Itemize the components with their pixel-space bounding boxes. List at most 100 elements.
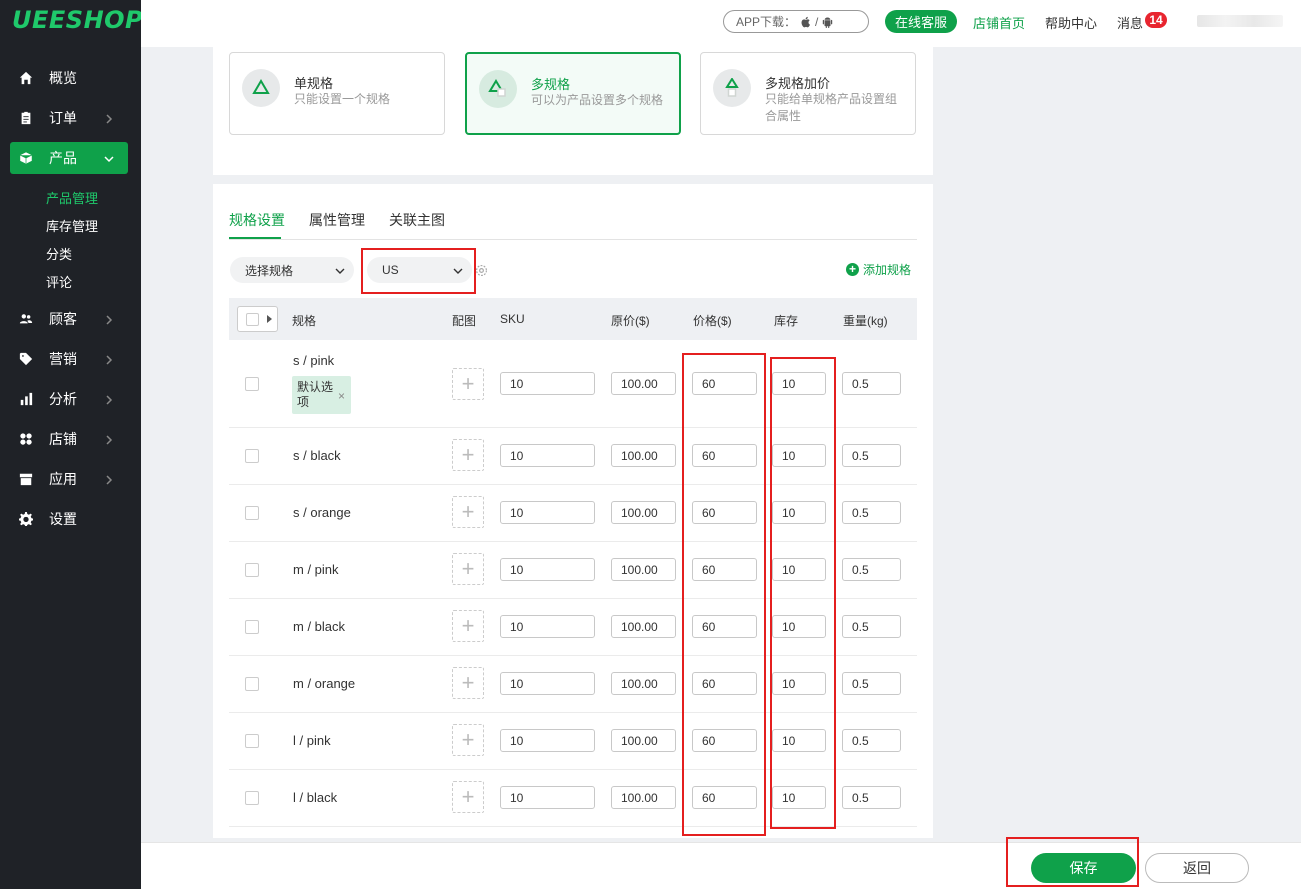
sku-input[interactable] (500, 444, 595, 467)
stock-input[interactable] (772, 444, 826, 467)
stock-input[interactable] (772, 615, 826, 638)
original-price-input[interactable] (611, 558, 676, 581)
price-input[interactable] (692, 372, 757, 395)
original-price-input[interactable] (611, 786, 676, 809)
spec-type-single[interactable]: 单规格 只能设置一个规格 (229, 52, 445, 135)
store-home-link[interactable]: 店铺首页 (973, 13, 1025, 32)
stock-input[interactable] (772, 729, 826, 752)
spec-type-multi-markup[interactable]: 多规格加价 只能给单规格产品设置组合属性 (700, 52, 916, 135)
original-price-input[interactable] (611, 501, 676, 524)
row-checkbox[interactable] (245, 791, 259, 805)
online-service-button[interactable]: 在线客服 (885, 10, 957, 33)
sidebar-subitem-inventory[interactable]: 库存管理 (46, 216, 98, 235)
android-icon[interactable] (822, 16, 833, 28)
weight-input[interactable] (842, 729, 901, 752)
sku-input[interactable] (500, 786, 595, 809)
price-input[interactable] (692, 615, 757, 638)
sidebar-item-orders[interactable]: 订单 (10, 102, 128, 134)
messages-link[interactable]: 消息 (1117, 13, 1143, 32)
row-checkbox[interactable] (245, 677, 259, 691)
add-image-slot[interactable]: + (452, 610, 484, 642)
add-image-slot[interactable]: + (452, 781, 484, 813)
price-input[interactable] (692, 501, 757, 524)
tab-linked-main-image[interactable]: 关联主图 (389, 210, 445, 230)
sidebar-item-overview[interactable]: 概览 (10, 62, 128, 94)
sku-input[interactable] (500, 729, 595, 752)
chevron-right-icon (104, 111, 118, 125)
row-checkbox[interactable] (245, 449, 259, 463)
spec-type-desc: 可以为产品设置多个规格 (531, 93, 664, 107)
spec-type-multi[interactable]: 多规格 可以为产品设置多个规格 (465, 52, 681, 135)
original-price-input[interactable] (611, 615, 676, 638)
add-spec-button[interactable]: + 添加规格 (846, 261, 911, 278)
sku-input[interactable] (500, 672, 595, 695)
add-image-slot[interactable]: + (452, 553, 484, 585)
table-row: m / pink + (229, 542, 917, 599)
price-input[interactable] (692, 672, 757, 695)
weight-input[interactable] (842, 501, 901, 524)
region-dropdown[interactable]: US (367, 257, 472, 283)
save-button[interactable]: 保存 (1031, 853, 1136, 883)
stock-input[interactable] (772, 786, 826, 809)
region-settings-icon[interactable] (475, 264, 488, 277)
add-image-slot[interactable]: + (452, 439, 484, 471)
sidebar-item-apps[interactable]: 应用 (10, 463, 128, 495)
sku-input[interactable] (500, 501, 595, 524)
stock-input[interactable] (772, 672, 826, 695)
message-count-badge: 14 (1145, 12, 1167, 28)
row-spec-name: s / black (293, 448, 341, 463)
sidebar-item-marketing[interactable]: 营销 (10, 343, 128, 375)
add-image-slot[interactable]: + (452, 667, 484, 699)
sidebar-item-store[interactable]: 店铺 (10, 423, 128, 455)
sidebar-subitem-reviews[interactable]: 评论 (46, 272, 72, 291)
apple-icon[interactable] (800, 16, 811, 28)
price-input[interactable] (692, 558, 757, 581)
caret-right-icon[interactable] (267, 315, 272, 323)
tab-attribute-management[interactable]: 属性管理 (309, 210, 365, 230)
weight-input[interactable] (842, 558, 901, 581)
stock-input[interactable] (772, 558, 826, 581)
row-checkbox[interactable] (245, 563, 259, 577)
select-all-dropdown[interactable] (237, 306, 278, 332)
row-checkbox[interactable] (245, 620, 259, 634)
add-image-slot[interactable]: + (452, 496, 484, 528)
sidebar-subitem-product-management[interactable]: 产品管理 (46, 188, 98, 207)
select-spec-dropdown[interactable]: 选择规格 (230, 257, 354, 283)
back-button[interactable]: 返回 (1145, 853, 1249, 883)
row-checkbox[interactable] (245, 377, 259, 391)
weight-input[interactable] (842, 672, 901, 695)
grid-icon (19, 432, 33, 446)
sidebar-item-settings[interactable]: 设置 (10, 503, 128, 535)
weight-input[interactable] (842, 615, 901, 638)
original-price-input[interactable] (611, 672, 676, 695)
add-image-slot[interactable]: + (452, 724, 484, 756)
close-icon[interactable]: × (338, 389, 345, 404)
stock-input[interactable] (772, 372, 826, 395)
weight-input[interactable] (842, 444, 901, 467)
user-account[interactable] (1197, 15, 1283, 27)
sidebar-item-products[interactable]: 产品 (10, 142, 128, 174)
original-price-input[interactable] (611, 444, 676, 467)
app-download[interactable]: APP下载： / (723, 10, 869, 33)
stock-input[interactable] (772, 501, 826, 524)
weight-input[interactable] (842, 372, 901, 395)
sidebar-item-customers[interactable]: 顾客 (10, 303, 128, 335)
original-price-input[interactable] (611, 729, 676, 752)
original-price-input[interactable] (611, 372, 676, 395)
row-checkbox[interactable] (245, 734, 259, 748)
row-checkbox[interactable] (245, 506, 259, 520)
weight-input[interactable] (842, 786, 901, 809)
sidebar-subitem-category[interactable]: 分类 (46, 244, 72, 263)
price-input[interactable] (692, 729, 757, 752)
add-image-slot[interactable]: + (452, 368, 484, 400)
help-center-link[interactable]: 帮助中心 (1045, 13, 1097, 32)
price-input[interactable] (692, 444, 757, 467)
sku-input[interactable] (500, 615, 595, 638)
select-all-checkbox[interactable] (246, 313, 259, 326)
tab-spec-settings[interactable]: 规格设置 (229, 210, 285, 230)
price-input[interactable] (692, 786, 757, 809)
sku-input[interactable] (500, 558, 595, 581)
sidebar-item-analytics[interactable]: 分析 (10, 383, 128, 415)
sidebar: UEESHOP 概览 订单 产品 产品管理 库存管理 分类 评论 顾客 营销 分… (0, 0, 143, 889)
sku-input[interactable] (500, 372, 595, 395)
